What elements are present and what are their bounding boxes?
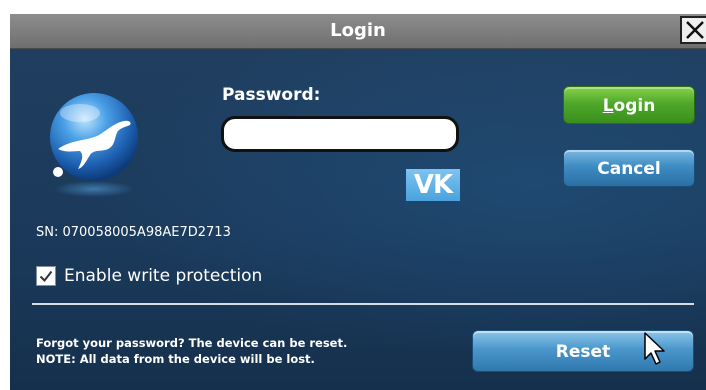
window-title: Login xyxy=(330,20,386,41)
reset-note: Forgot your password? The device can be … xyxy=(36,335,347,367)
login-mnemonic: L xyxy=(602,96,614,116)
cancel-button[interactable]: Cancel xyxy=(563,149,695,187)
write-protection-label: Enable write protection xyxy=(64,266,263,286)
dialog-body: Password: VK Login Cancel SN: 070058005A… xyxy=(10,49,706,390)
reset-note-line1: Forgot your password? The device can be … xyxy=(36,336,348,350)
reset-button[interactable]: Reset xyxy=(472,330,694,372)
reset-note-line2: NOTE: All data from the device will be l… xyxy=(36,352,315,366)
close-icon xyxy=(686,21,704,39)
login-label: ogin xyxy=(613,96,656,116)
password-label: Password: xyxy=(222,85,321,105)
login-dialog: Login Password: VK Login Cancel SN: 0700… xyxy=(10,14,706,390)
app-logo-icon xyxy=(50,93,138,197)
password-input[interactable] xyxy=(221,116,459,152)
close-button[interactable] xyxy=(680,16,706,44)
serial-number: SN: 070058005A98AE7D2713 xyxy=(36,225,231,240)
login-button[interactable]: Login xyxy=(563,86,695,124)
write-protection-option[interactable]: Enable write protection xyxy=(36,264,262,288)
divider xyxy=(32,303,694,305)
title-bar[interactable]: Login xyxy=(10,14,706,49)
checkmark-icon xyxy=(39,270,53,283)
write-protection-checkbox[interactable] xyxy=(36,266,56,286)
virtual-keyboard-button[interactable]: VK xyxy=(406,169,460,201)
